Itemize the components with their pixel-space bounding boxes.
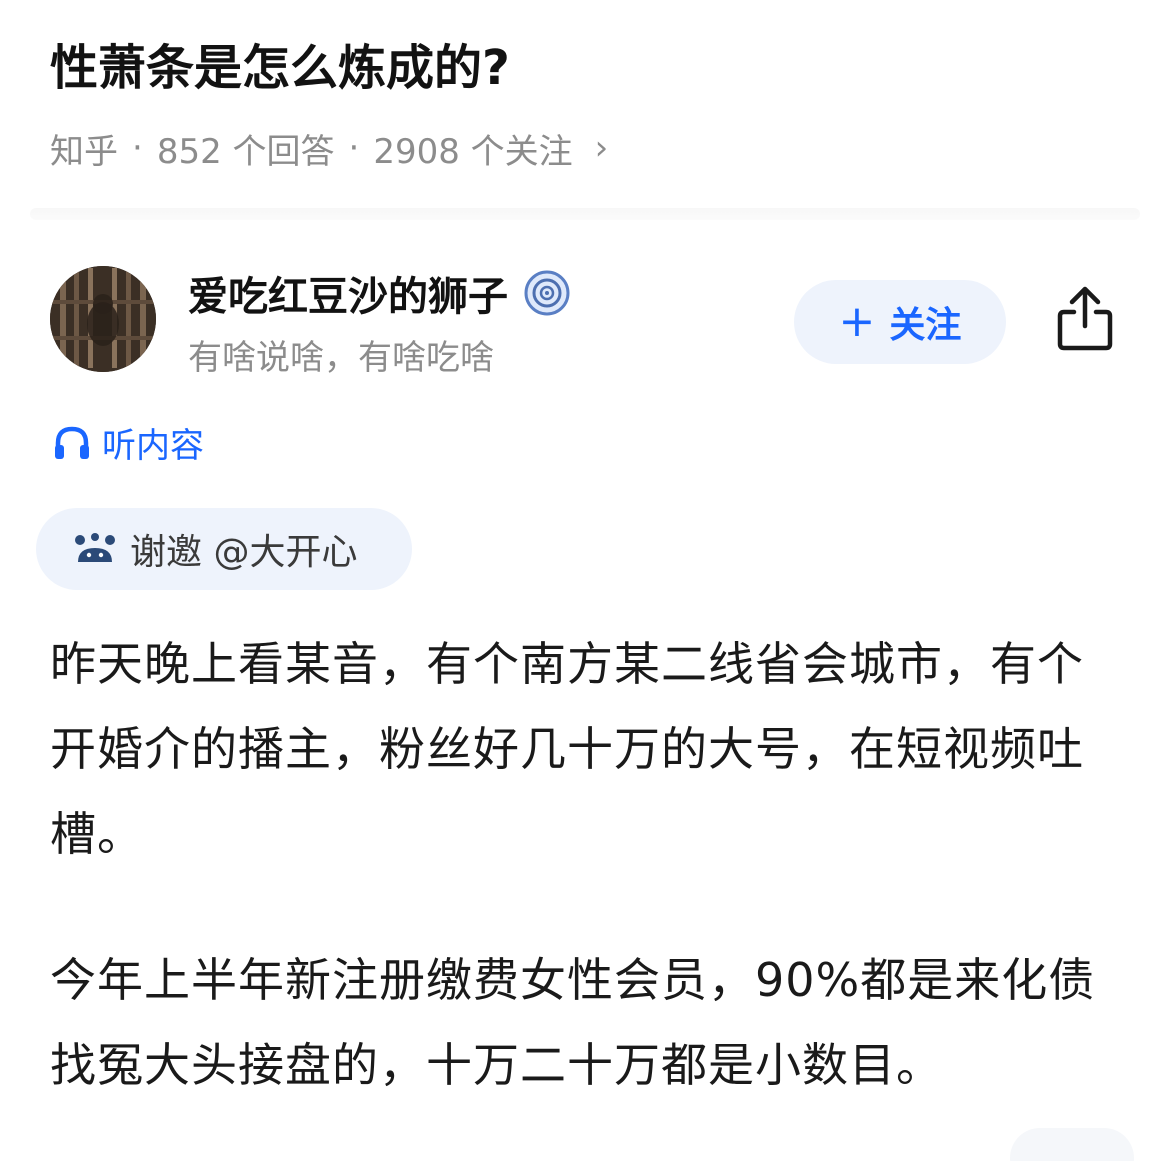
invite-pill[interactable]: 谢邀 @大开心 [36, 508, 412, 590]
listen-button[interactable]: 听内容 [52, 416, 204, 468]
meta-separator: · [132, 128, 143, 168]
meta-separator: · [348, 128, 360, 168]
question-meta[interactable]: 知乎 · 852 个回答 · 2908 个关注 › [50, 122, 608, 174]
question-source: 知乎 [50, 131, 118, 172]
follower-count: 2908 个关注 [373, 131, 573, 172]
answer-paragraph: 昨天晚上看某音，有个南方某二线省会城市，有个开婚介的播主，粉丝好几十万的大号，在… [50, 637, 1084, 861]
avatar-image [50, 266, 156, 372]
question-title[interactable]: 性萧条是怎么炼成的? [50, 32, 510, 104]
follow-button[interactable]: + 关注 [794, 280, 1006, 364]
headphones-icon [55, 426, 89, 459]
invite-label: 谢邀 @大开心 [130, 532, 358, 573]
invite-icon [75, 533, 115, 562]
share-button[interactable] [1052, 284, 1118, 354]
section-divider [30, 208, 1140, 220]
plus-icon: + [838, 296, 876, 347]
floating-action-pill[interactable] [1010, 1128, 1134, 1161]
author-name-text: 爱吃红豆沙的狮子 [188, 274, 508, 320]
answer-page: 性萧条是怎么炼成的? 知乎 · 852 个回答 · 2908 个关注 › 爱吃红… [0, 0, 1170, 1161]
author-bio: 有啥说啥，有啥吃啥 [188, 337, 494, 378]
listen-label: 听内容 [102, 425, 204, 466]
follow-label: 关注 [889, 305, 962, 346]
chevron-right-icon: › [594, 128, 609, 168]
author-avatar[interactable] [50, 266, 156, 372]
answer-count: 852 个回答 [156, 131, 335, 172]
author-name[interactable]: 爱吃红豆沙的狮子 [188, 264, 570, 322]
share-icon [1057, 286, 1113, 351]
answer-paragraph: 今年上半年新注册缴费女性会员，90%都是来化债找冤大头接盘的，十万二十万都是小数… [50, 953, 1096, 1092]
verified-badge-icon [524, 270, 570, 316]
